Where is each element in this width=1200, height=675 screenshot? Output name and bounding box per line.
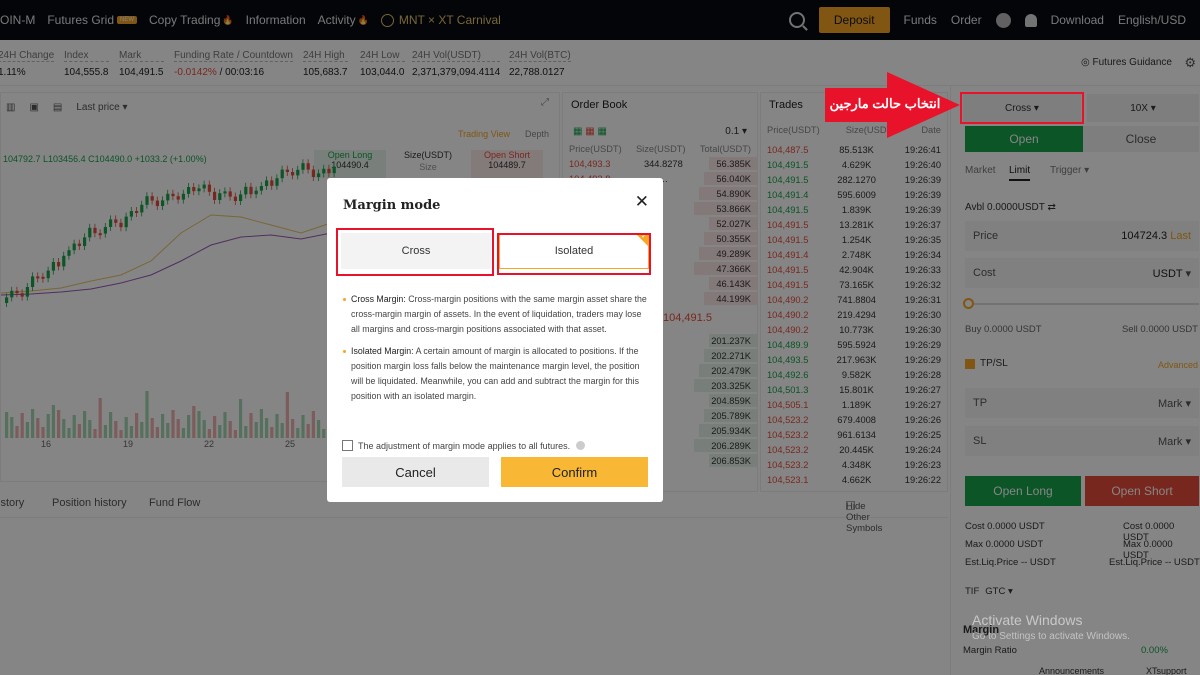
- annotation-arrow: انتخاب حالت مارجین: [825, 72, 960, 138]
- cross-margin-title: Cross Margin:: [351, 294, 406, 304]
- isolated-margin-title: Isolated Margin:: [351, 346, 414, 356]
- apply-all-checkbox[interactable]: [342, 440, 353, 451]
- apply-all-row: The adjustment of margin mode applies to…: [342, 440, 586, 451]
- isolated-margin-desc: Isolated Margin: A certain amount of mar…: [343, 344, 649, 404]
- cancel-button[interactable]: Cancel: [342, 457, 489, 487]
- cross-margin-desc: Cross Margin: Cross-margin positions wit…: [343, 292, 649, 337]
- windows-watermark-sub: Go to Settings to activate Windows.: [972, 631, 1130, 642]
- dialog-title: Margin mode: [343, 198, 441, 213]
- annotation-label: انتخاب حالت مارجین: [829, 96, 941, 111]
- info-icon[interactable]: [576, 441, 586, 450]
- close-icon[interactable]: ✕: [635, 192, 649, 212]
- confirm-button[interactable]: Confirm: [501, 457, 648, 487]
- apply-all-label: The adjustment of margin mode applies to…: [358, 440, 571, 451]
- margin-mode-dialog: Margin mode ✕ Cross Isolated ✓ Cross Mar…: [327, 178, 663, 502]
- margin-description: Cross Margin: Cross-margin positions wit…: [343, 292, 649, 411]
- annotation-box-cross-select: [960, 92, 1084, 124]
- annotation-box-cross: [336, 228, 494, 276]
- annotation-box-isolated: [497, 233, 651, 275]
- windows-watermark: Activate Windows: [972, 612, 1083, 628]
